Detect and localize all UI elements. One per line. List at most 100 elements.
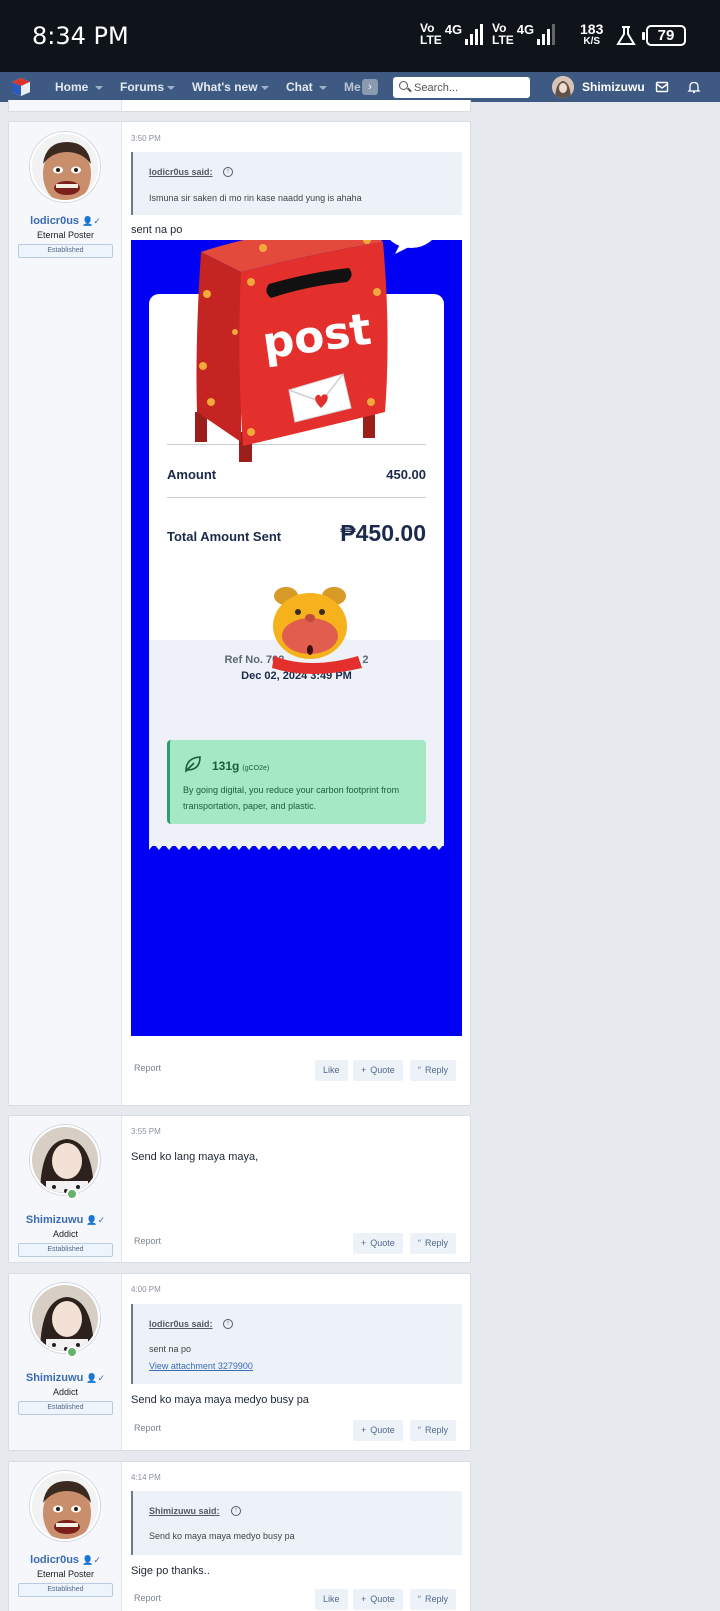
nav-members[interactable]: Me [344, 80, 361, 94]
user-title: Addict [52, 1387, 78, 1397]
reply-button[interactable]: “Reply [410, 1420, 457, 1441]
search-input[interactable] [414, 79, 524, 96]
like-button[interactable]: Like [315, 1589, 348, 1610]
receipt-zigzag-edge [149, 842, 444, 850]
quote-text: Send ko maya maya medyo busy pa [149, 1531, 295, 1541]
quote-mark-icon: “ [418, 1238, 421, 1248]
verified-user-icon: 👤✓ [86, 1373, 106, 1383]
user-title: Addict [52, 1229, 78, 1239]
post-message: Send ko maya maya medyo busy pa [131, 1394, 309, 1406]
quote-button[interactable]: + Quote [353, 1060, 403, 1081]
quote-text: sent na po [149, 1344, 192, 1354]
arrow-up-circle-icon[interactable]: ↑ [223, 167, 233, 177]
status-bar: 8:34 PM Vo LTE 4G Vo LTE 4G 183 K/S 79 [0, 0, 720, 72]
quote-author[interactable]: Shimizuwu said: [149, 1506, 220, 1516]
online-status-icon [66, 1346, 78, 1358]
plus-icon: + [361, 1065, 367, 1075]
signal-bars-icon [537, 23, 556, 45]
nav-whats-new[interactable]: What's new [192, 80, 258, 94]
post: Shimizuwu 👤✓ Addict Established 3:55 PM … [8, 1115, 471, 1263]
attachment-image[interactable]: Amount 450.00 Total Amount Sent ₱450.00 … [131, 240, 462, 1036]
plus-icon: + [361, 1594, 367, 1604]
moose-sticker [272, 587, 362, 674]
post-time[interactable]: 4:14 PM [131, 1473, 161, 1482]
quote-button[interactable]: + Quote [353, 1589, 403, 1610]
quote-button[interactable]: + Quote [353, 1233, 403, 1254]
chevron-down-icon[interactable] [319, 86, 327, 90]
post-time[interactable]: 3:55 PM [131, 1127, 161, 1136]
carbon-value: 131g (gCO2e) [212, 759, 270, 773]
report-link[interactable]: Report [134, 1063, 161, 1073]
verified-user-icon: 👤✓ [82, 1555, 101, 1565]
post-username[interactable]: Shimizuwu 👤✓ [9, 1372, 122, 1384]
plus-icon: + [361, 1425, 367, 1435]
user-banner: Established [18, 1243, 113, 1257]
user-banner: Established [18, 244, 113, 258]
quote-author[interactable]: lodicr0us said: [149, 1319, 213, 1329]
quote-block: Shimizuwu said: ↑ Send ko maya maya medy… [131, 1491, 462, 1555]
post-message: Send ko lang maya maya, [131, 1151, 259, 1163]
online-status-icon [66, 1188, 78, 1200]
plus-icon: + [361, 1238, 367, 1248]
post-time[interactable]: 4:00 PM [131, 1285, 161, 1294]
network-type: 4G [516, 22, 535, 37]
signal-indicator-1: Vo LTE 4G [420, 22, 484, 47]
reply-button[interactable]: “Reply [410, 1233, 457, 1254]
chevron-down-icon[interactable] [167, 86, 175, 90]
previous-post-edge [8, 100, 471, 112]
search-icon [399, 81, 408, 90]
post-username[interactable]: lodicr0us 👤✓ [9, 215, 122, 227]
quote-mark-icon: “ [418, 1594, 421, 1604]
user-avatar[interactable] [552, 76, 574, 98]
search-box[interactable] [393, 77, 530, 98]
speed-value: 183 [580, 21, 604, 37]
nav-scroll-right-icon[interactable]: › [362, 79, 378, 95]
reply-button[interactable]: “Reply [410, 1589, 457, 1610]
nav-forums[interactable]: Forums [120, 80, 164, 94]
post-username[interactable]: Shimizuwu 👤✓ [9, 1214, 122, 1226]
receipt-total-value: ₱450.00 [340, 520, 426, 546]
user-banner: Established [18, 1583, 113, 1597]
carbon-text: By going digital, you reduce your carbon… [183, 785, 400, 811]
post: Shimizuwu 👤✓ Addict Established 4:00 PM … [8, 1273, 471, 1451]
report-link[interactable]: Report [134, 1236, 161, 1246]
quote-mark-icon: “ [418, 1425, 421, 1435]
post: lodicr0us 👤✓ Eternal Poster Established … [8, 1461, 471, 1611]
battery-indicator: 79 [642, 25, 686, 46]
post-username[interactable]: lodicr0us 👤✓ [9, 1554, 122, 1566]
volte-label: LTE [492, 33, 514, 47]
view-attachment-link[interactable]: View attachment 3279900 [149, 1361, 253, 1371]
nav-chat[interactable]: Chat [286, 80, 313, 94]
chevron-down-icon[interactable] [261, 86, 269, 90]
nav-home[interactable]: Home [55, 80, 88, 94]
avatar[interactable] [30, 1125, 100, 1195]
bell-icon[interactable] [687, 80, 701, 94]
nav-username[interactable]: Shimizuwu [582, 80, 645, 94]
avatar[interactable] [30, 1283, 100, 1353]
user-title: Eternal Poster [36, 1569, 95, 1579]
chevron-down-icon[interactable] [95, 86, 103, 90]
report-link[interactable]: Report [134, 1423, 161, 1433]
avatar[interactable] [30, 1471, 100, 1541]
arrow-up-circle-icon[interactable]: ↑ [231, 1506, 241, 1516]
signal-indicator-2: Vo LTE 4G [492, 22, 556, 47]
post-user-column [9, 122, 122, 1105]
arrow-up-circle-icon[interactable]: ↑ [223, 1319, 233, 1329]
quote-block: lodicr0us said: ↑ Ismuna sir saken di mo… [131, 152, 462, 215]
quote-mark-icon: “ [418, 1065, 421, 1075]
like-button[interactable]: Like [315, 1060, 348, 1081]
reply-button[interactable]: “Reply [410, 1060, 457, 1081]
quote-block: lodicr0us said: ↑ sent na po View attach… [131, 1304, 462, 1384]
report-link[interactable]: Report [134, 1593, 161, 1603]
post-message: Sige po thanks.. [131, 1565, 210, 1577]
volte-label: LTE [420, 33, 442, 47]
post: lodicr0us 👤✓ Eternal Poster Established … [8, 121, 471, 1106]
signal-bars-icon [465, 23, 484, 45]
postbox-sticker: post [195, 240, 432, 462]
quote-author[interactable]: lodicr0us said: [149, 167, 213, 177]
inbox-icon[interactable] [655, 80, 669, 94]
avatar[interactable] [30, 132, 100, 202]
site-logo-icon[interactable] [11, 77, 31, 97]
quote-button[interactable]: + Quote [353, 1420, 403, 1441]
post-time[interactable]: 3:50 PM [131, 134, 161, 143]
